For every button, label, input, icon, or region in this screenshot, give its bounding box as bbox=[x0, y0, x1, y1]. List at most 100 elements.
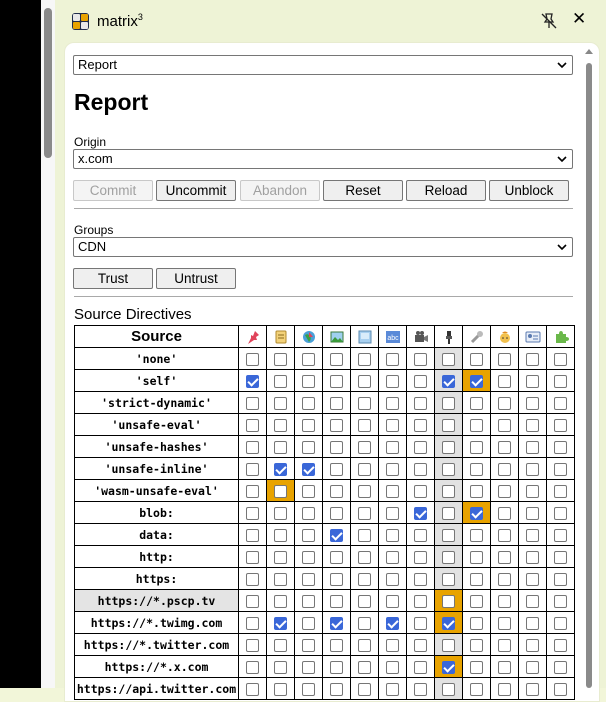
directive-checkbox[interactable] bbox=[246, 462, 259, 476]
directive-checkbox[interactable] bbox=[554, 418, 567, 432]
directive-checkbox[interactable] bbox=[386, 352, 399, 366]
directive-checkbox[interactable] bbox=[358, 616, 371, 630]
directive-checkbox[interactable] bbox=[470, 616, 483, 630]
directive-checkbox[interactable] bbox=[442, 374, 455, 388]
directive-checkbox[interactable] bbox=[470, 528, 483, 542]
directive-checkbox[interactable] bbox=[302, 506, 315, 520]
directive-checkbox[interactable] bbox=[442, 528, 455, 542]
directive-checkbox[interactable] bbox=[414, 396, 427, 410]
directive-checkbox[interactable] bbox=[358, 638, 371, 652]
directive-checkbox[interactable] bbox=[386, 418, 399, 432]
directive-checkbox[interactable] bbox=[526, 374, 539, 388]
directive-checkbox[interactable] bbox=[358, 374, 371, 388]
directive-checkbox[interactable] bbox=[358, 484, 371, 498]
directive-checkbox[interactable] bbox=[246, 638, 259, 652]
directive-checkbox[interactable] bbox=[414, 528, 427, 542]
scroll-up-icon[interactable] bbox=[585, 49, 593, 54]
directive-checkbox[interactable] bbox=[302, 594, 315, 608]
directive-checkbox[interactable] bbox=[358, 594, 371, 608]
directive-checkbox[interactable] bbox=[526, 528, 539, 542]
directive-checkbox[interactable] bbox=[274, 660, 287, 674]
directive-checkbox[interactable] bbox=[442, 572, 455, 586]
directive-checkbox[interactable] bbox=[386, 374, 399, 388]
view-select[interactable]: Report bbox=[73, 55, 573, 75]
directive-checkbox[interactable] bbox=[442, 352, 455, 366]
directive-checkbox[interactable] bbox=[302, 374, 315, 388]
directive-checkbox[interactable] bbox=[414, 352, 427, 366]
directive-checkbox[interactable] bbox=[358, 528, 371, 542]
directive-checkbox[interactable] bbox=[246, 682, 259, 696]
directive-checkbox[interactable] bbox=[442, 660, 455, 674]
directive-checkbox[interactable] bbox=[274, 550, 287, 564]
directive-checkbox[interactable] bbox=[302, 660, 315, 674]
directive-checkbox[interactable] bbox=[330, 396, 343, 410]
directive-checkbox[interactable] bbox=[302, 638, 315, 652]
unblock-button[interactable]: Unblock bbox=[489, 180, 569, 201]
directive-checkbox[interactable] bbox=[442, 440, 455, 454]
directive-checkbox[interactable] bbox=[358, 418, 371, 432]
directive-checkbox[interactable] bbox=[498, 528, 511, 542]
directive-checkbox[interactable] bbox=[414, 638, 427, 652]
directive-checkbox[interactable] bbox=[246, 594, 259, 608]
directive-checkbox[interactable] bbox=[414, 682, 427, 696]
directive-checkbox[interactable] bbox=[302, 484, 315, 498]
directive-checkbox[interactable] bbox=[470, 352, 483, 366]
directive-checkbox[interactable] bbox=[526, 616, 539, 630]
directive-checkbox[interactable] bbox=[246, 374, 259, 388]
directive-checkbox[interactable] bbox=[330, 616, 343, 630]
directive-checkbox[interactable] bbox=[330, 660, 343, 674]
directive-checkbox[interactable] bbox=[554, 528, 567, 542]
directive-checkbox[interactable] bbox=[414, 616, 427, 630]
directive-checkbox[interactable] bbox=[442, 506, 455, 520]
directive-checkbox[interactable] bbox=[470, 682, 483, 696]
directive-checkbox[interactable] bbox=[442, 484, 455, 498]
directive-checkbox[interactable] bbox=[330, 418, 343, 432]
abandon-button[interactable]: Abandon bbox=[240, 180, 320, 201]
directive-checkbox[interactable] bbox=[498, 418, 511, 432]
directive-checkbox[interactable] bbox=[274, 440, 287, 454]
directive-checkbox[interactable] bbox=[246, 616, 259, 630]
directive-checkbox[interactable] bbox=[442, 418, 455, 432]
directive-checkbox[interactable] bbox=[442, 682, 455, 696]
directive-checkbox[interactable] bbox=[358, 462, 371, 476]
directive-checkbox[interactable] bbox=[274, 506, 287, 520]
directive-checkbox[interactable] bbox=[526, 352, 539, 366]
directive-checkbox[interactable] bbox=[274, 572, 287, 586]
directive-checkbox[interactable] bbox=[274, 352, 287, 366]
unpin-icon[interactable] bbox=[540, 12, 558, 30]
directive-checkbox[interactable] bbox=[554, 462, 567, 476]
directive-checkbox[interactable] bbox=[246, 352, 259, 366]
directive-checkbox[interactable] bbox=[302, 352, 315, 366]
directive-checkbox[interactable] bbox=[414, 374, 427, 388]
directive-checkbox[interactable] bbox=[414, 440, 427, 454]
directive-checkbox[interactable] bbox=[470, 418, 483, 432]
directive-checkbox[interactable] bbox=[554, 440, 567, 454]
directive-checkbox[interactable] bbox=[330, 638, 343, 652]
directive-checkbox[interactable] bbox=[498, 396, 511, 410]
directive-checkbox[interactable] bbox=[526, 440, 539, 454]
directive-checkbox[interactable] bbox=[330, 462, 343, 476]
content-scrollbar[interactable] bbox=[585, 49, 593, 689]
directive-checkbox[interactable] bbox=[554, 594, 567, 608]
directive-checkbox[interactable] bbox=[526, 594, 539, 608]
directive-checkbox[interactable] bbox=[246, 418, 259, 432]
directive-checkbox[interactable] bbox=[526, 418, 539, 432]
directive-checkbox[interactable] bbox=[246, 550, 259, 564]
directive-checkbox[interactable] bbox=[554, 638, 567, 652]
directive-checkbox[interactable] bbox=[498, 638, 511, 652]
directive-checkbox[interactable] bbox=[498, 440, 511, 454]
directive-checkbox[interactable] bbox=[358, 550, 371, 564]
directive-checkbox[interactable] bbox=[302, 396, 315, 410]
directive-checkbox[interactable] bbox=[330, 572, 343, 586]
directive-checkbox[interactable] bbox=[526, 638, 539, 652]
outer-scrollbar[interactable] bbox=[41, 0, 55, 688]
directive-checkbox[interactable] bbox=[442, 550, 455, 564]
content-scrollbar-thumb[interactable] bbox=[586, 63, 592, 688]
directive-checkbox[interactable] bbox=[358, 572, 371, 586]
directive-checkbox[interactable] bbox=[246, 484, 259, 498]
directive-checkbox[interactable] bbox=[246, 440, 259, 454]
directive-checkbox[interactable] bbox=[386, 638, 399, 652]
directive-checkbox[interactable] bbox=[302, 682, 315, 696]
directive-checkbox[interactable] bbox=[274, 462, 287, 476]
directive-checkbox[interactable] bbox=[414, 462, 427, 476]
